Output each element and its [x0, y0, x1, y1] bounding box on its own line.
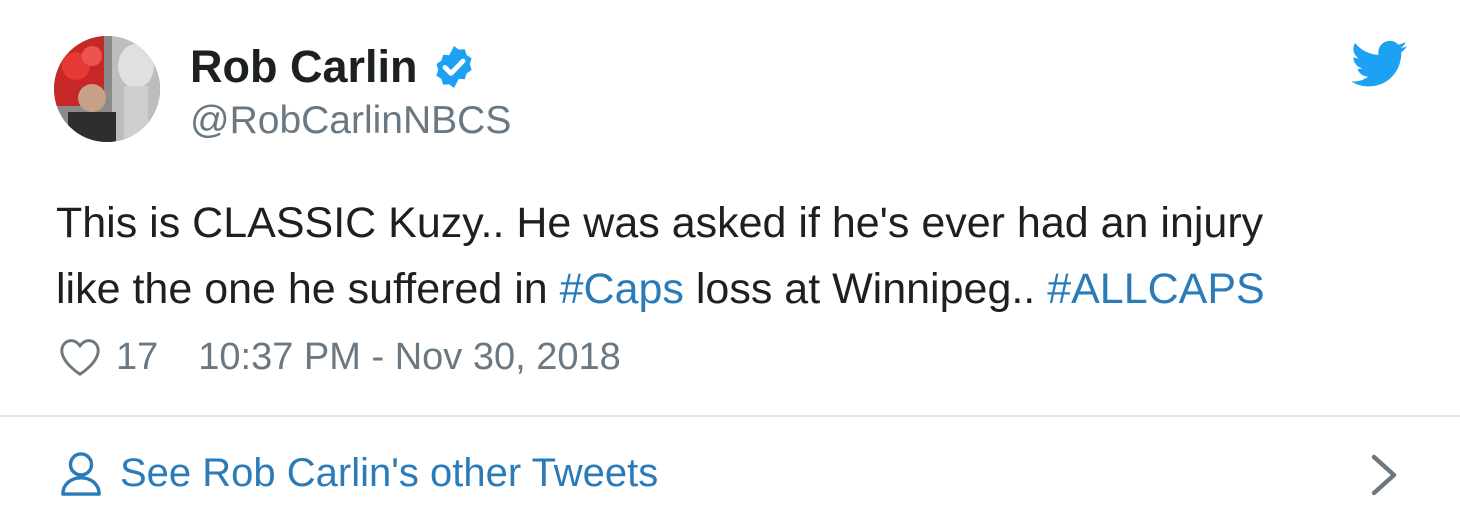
heart-icon [60, 339, 100, 376]
person-icon [61, 452, 101, 496]
avatar-photo [54, 36, 160, 142]
tweet-text-line-1: This is CLASSIC Kuzy.. He was asked if h… [56, 199, 1264, 247]
verified-badge-icon [435, 46, 472, 88]
hashtag-allcaps-link[interactable]: #ALLCAPS [1047, 265, 1265, 313]
embedded-tweet-card: Rob Carlin @RobCarlinNBCS This is CLASSI… [0, 0, 1460, 522]
like-count: 17 [116, 335, 159, 378]
hashtag-caps-link[interactable]: #Caps [560, 265, 684, 313]
avatar[interactable] [54, 36, 160, 142]
tweet-text-line-2: like the one he suffered in #Caps loss a… [56, 256, 1416, 322]
author-display-name[interactable]: Rob Carlin [190, 40, 418, 94]
tweet-text-segment: like the one he suffered in [56, 265, 560, 313]
like-button[interactable]: 17 [58, 336, 158, 379]
author-handle[interactable]: @RobCarlinNBCS [190, 98, 511, 144]
see-other-tweets-link[interactable]: See Rob Carlin's other Tweets [0, 417, 1460, 522]
twitter-bird-icon[interactable] [1352, 40, 1408, 88]
tweet-text-segment: loss at Winnipeg.. [683, 265, 1048, 313]
tweet-meta: 17 10:37 PM - Nov 30, 2018 [58, 332, 621, 382]
tweet-text: This is CLASSIC Kuzy.. He was asked if h… [56, 190, 1416, 322]
chevron-right-icon [1371, 454, 1397, 496]
see-other-tweets-label[interactable]: See Rob Carlin's other Tweets [120, 448, 658, 498]
tweet-timestamp-link[interactable]: 10:37 PM - Nov 30, 2018 [198, 336, 620, 379]
author-name-row[interactable]: Rob Carlin [190, 40, 478, 94]
